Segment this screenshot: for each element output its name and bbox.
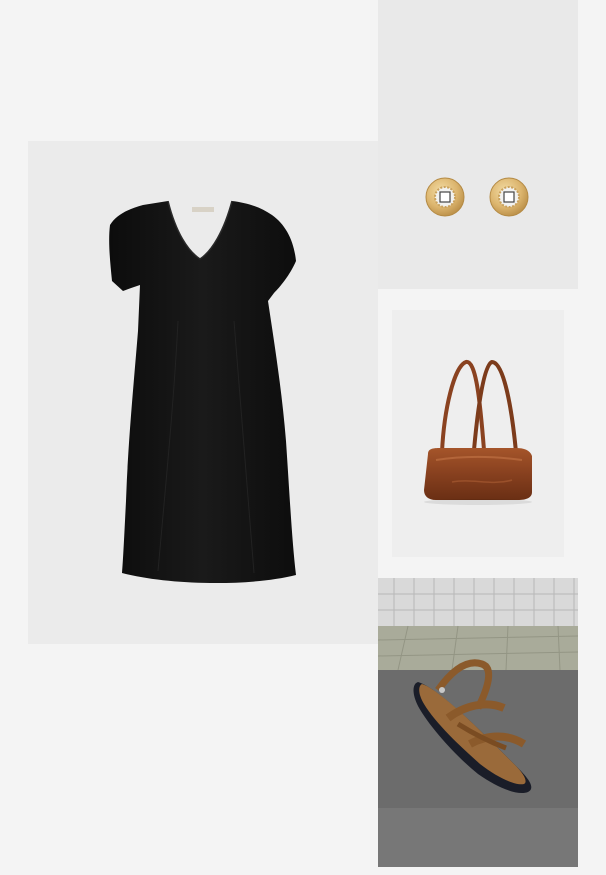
gold-stud-earrings-image xyxy=(425,177,529,217)
brown-leather-shoulder-bag-image xyxy=(424,359,532,505)
product-tile-dress[interactable] xyxy=(28,141,378,644)
product-tile-bag[interactable] xyxy=(392,310,564,557)
product-tile-earrings[interactable] xyxy=(378,0,578,289)
black-dress-image xyxy=(109,200,296,584)
brown-strappy-sandal-image xyxy=(378,578,578,867)
product-tile-sandal[interactable] xyxy=(378,578,578,867)
